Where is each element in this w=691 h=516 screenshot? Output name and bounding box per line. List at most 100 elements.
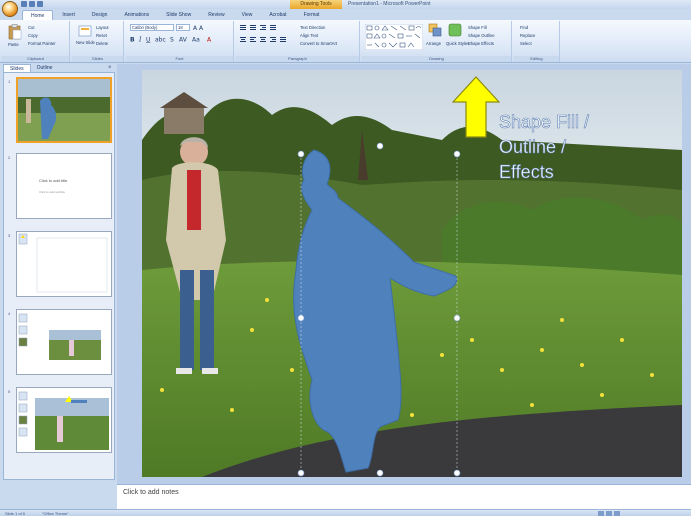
tab-review[interactable]: Review: [200, 10, 232, 20]
slide-thumbnail-2[interactable]: Click to add title Click to add subtitle: [16, 153, 112, 219]
svg-text:I: I: [138, 37, 142, 44]
tab-outline-panel[interactable]: Outline: [31, 64, 59, 72]
slide-thumbnail-3-image: [18, 233, 108, 293]
shape-outline-button[interactable]: Shape Outline: [468, 33, 495, 38]
quick-styles-button[interactable]: Quick Styles: [446, 41, 469, 46]
slide-thumbnail-1-image: [18, 79, 110, 141]
svg-text:B: B: [130, 37, 135, 44]
svg-text:AV: AV: [179, 37, 188, 44]
notes-placeholder: Click to add notes: [123, 489, 179, 496]
office-button[interactable]: [2, 1, 18, 17]
find-button[interactable]: Find: [520, 25, 528, 30]
clipboard-group: Paste Cut Copy Format Painter Clipboard: [2, 21, 70, 62]
replace-button[interactable]: Replace: [520, 33, 535, 38]
title-bar: Drawing Tools Presentation1 - Microsoft …: [0, 0, 691, 9]
slide-title-line-3: Effects: [499, 162, 554, 183]
slides-group: New Slide Layout Reset Delete Slides: [72, 21, 124, 62]
normal-view-icon[interactable]: [598, 511, 604, 516]
slide-number-1: 1: [8, 79, 11, 84]
thumbnail-title-placeholder: Click to add title: [39, 178, 68, 183]
arrange-icon[interactable]: [428, 23, 442, 37]
delete-button[interactable]: Delete: [96, 41, 108, 46]
slide-number-2: 2: [8, 155, 11, 160]
quick-styles-icon[interactable]: [448, 23, 462, 37]
slide-show-icon[interactable]: [614, 511, 620, 516]
shapes-gallery-icon[interactable]: [365, 24, 423, 50]
paste-icon[interactable]: [8, 24, 22, 40]
slide-number-4: 4: [8, 311, 11, 316]
shape-fill-button[interactable]: Shape Fill: [468, 25, 487, 30]
slide-thumbnail-5-image: [18, 391, 109, 450]
tab-format[interactable]: Format: [296, 10, 328, 20]
slide-sorter-icon[interactable]: [606, 511, 612, 516]
tab-design[interactable]: Design: [84, 10, 116, 20]
font-format-icons[interactable]: B I U abc S AV Aa A: [130, 35, 230, 44]
slides-panel: 1 2 Click to add title Click to add subt…: [3, 72, 115, 480]
layout-button[interactable]: Layout: [96, 25, 109, 30]
new-slide-icon[interactable]: [78, 24, 92, 38]
align-text-button[interactable]: Align Text: [300, 33, 318, 38]
status-bar: Slide 1 of 5 "Office Theme": [0, 509, 691, 516]
svg-text:abc: abc: [155, 37, 166, 44]
view-buttons: [598, 511, 620, 516]
copy-button[interactable]: Copy: [28, 33, 38, 38]
svg-text:U: U: [146, 37, 150, 44]
save-icon[interactable]: [21, 1, 27, 7]
tab-slides-panel[interactable]: Slides: [3, 64, 31, 72]
status-theme: "Office Theme": [42, 511, 69, 516]
tab-slide-show[interactable]: Slide Show: [158, 10, 199, 20]
convert-smartart-button[interactable]: Convert to SmartArt: [300, 41, 337, 46]
panel-tabs: Slides Outline: [3, 64, 113, 72]
format-painter-button[interactable]: Format Painter: [28, 41, 56, 46]
drawing-tools-context-tab: Drawing Tools: [290, 0, 342, 9]
paragraph-align-icons[interactable]: [240, 24, 296, 48]
reset-button[interactable]: Reset: [96, 33, 107, 38]
paragraph-group: Text Direction Align Text Convert to Sma…: [236, 21, 360, 62]
slide-thumbnail-4[interactable]: [16, 309, 112, 375]
tab-view[interactable]: View: [234, 10, 261, 20]
up-arrow-icon: [452, 76, 500, 138]
font-group-label: Font: [126, 56, 233, 62]
font-size-select[interactable]: 18: [176, 24, 190, 31]
drawing-group: Arrange Quick Styles Shape Fill Shape Ou…: [362, 21, 512, 62]
tab-home[interactable]: Home: [22, 10, 54, 20]
panel-close-button[interactable]: ×: [108, 64, 112, 72]
tab-acrobat[interactable]: Acrobat: [261, 10, 294, 20]
new-slide-button[interactable]: New Slide: [76, 40, 95, 45]
slide-thumbnail-1[interactable]: [16, 77, 112, 143]
font-name-select[interactable]: Calibri (Body): [130, 24, 174, 31]
cut-button[interactable]: Cut: [28, 25, 35, 30]
ribbon-tabs: Home Insert Design Animations Slide Show…: [22, 10, 327, 20]
editing-group-label: Editing: [514, 56, 559, 62]
slide-thumbnail-5[interactable]: [16, 387, 112, 453]
slides-group-label: Slides: [72, 56, 123, 62]
tab-animations[interactable]: Animations: [116, 10, 157, 20]
paste-button[interactable]: Paste: [8, 42, 19, 47]
slide-number-3: 3: [8, 233, 11, 238]
notes-pane[interactable]: Click to add notes: [117, 484, 691, 509]
ribbon: Paste Cut Copy Format Painter Clipboard …: [0, 20, 691, 63]
thumbnail-subtitle-placeholder: Click to add subtitle: [39, 190, 66, 194]
arrange-button[interactable]: Arrange: [426, 41, 441, 46]
text-direction-button[interactable]: Text Direction: [300, 25, 325, 30]
svg-text:S: S: [170, 37, 174, 44]
font-size-controls-icon[interactable]: A A: [193, 24, 223, 31]
window-title: Presentation1 - Microsoft PowerPoint: [348, 1, 431, 7]
select-button[interactable]: Select: [520, 41, 532, 46]
status-slide-count: Slide 1 of 5: [5, 511, 26, 516]
clipboard-group-label: Clipboard: [2, 56, 69, 62]
slide-canvas[interactable]: Shape Fill / Outline / Effects: [142, 70, 682, 477]
tab-insert[interactable]: Insert: [54, 10, 83, 20]
shape-effects-button[interactable]: Shape Effects: [468, 41, 494, 46]
slide-number-5: 5: [8, 389, 11, 394]
undo-icon[interactable]: [29, 1, 35, 7]
editing-group: Find Replace Select Editing: [514, 21, 560, 62]
drawing-group-label: Drawing: [362, 56, 511, 62]
paragraph-group-label: Paragraph: [236, 56, 359, 62]
slide-thumbnail-3[interactable]: [16, 231, 112, 297]
slide-title-text[interactable]: Shape Fill / Outline / Effects: [499, 110, 659, 185]
slide-title-line-2: Outline /: [499, 137, 567, 158]
redo-icon[interactable]: [37, 1, 43, 7]
svg-text:A: A: [207, 37, 212, 44]
font-group: Calibri (Body) 18 A A B I U abc S AV Aa …: [126, 21, 234, 62]
